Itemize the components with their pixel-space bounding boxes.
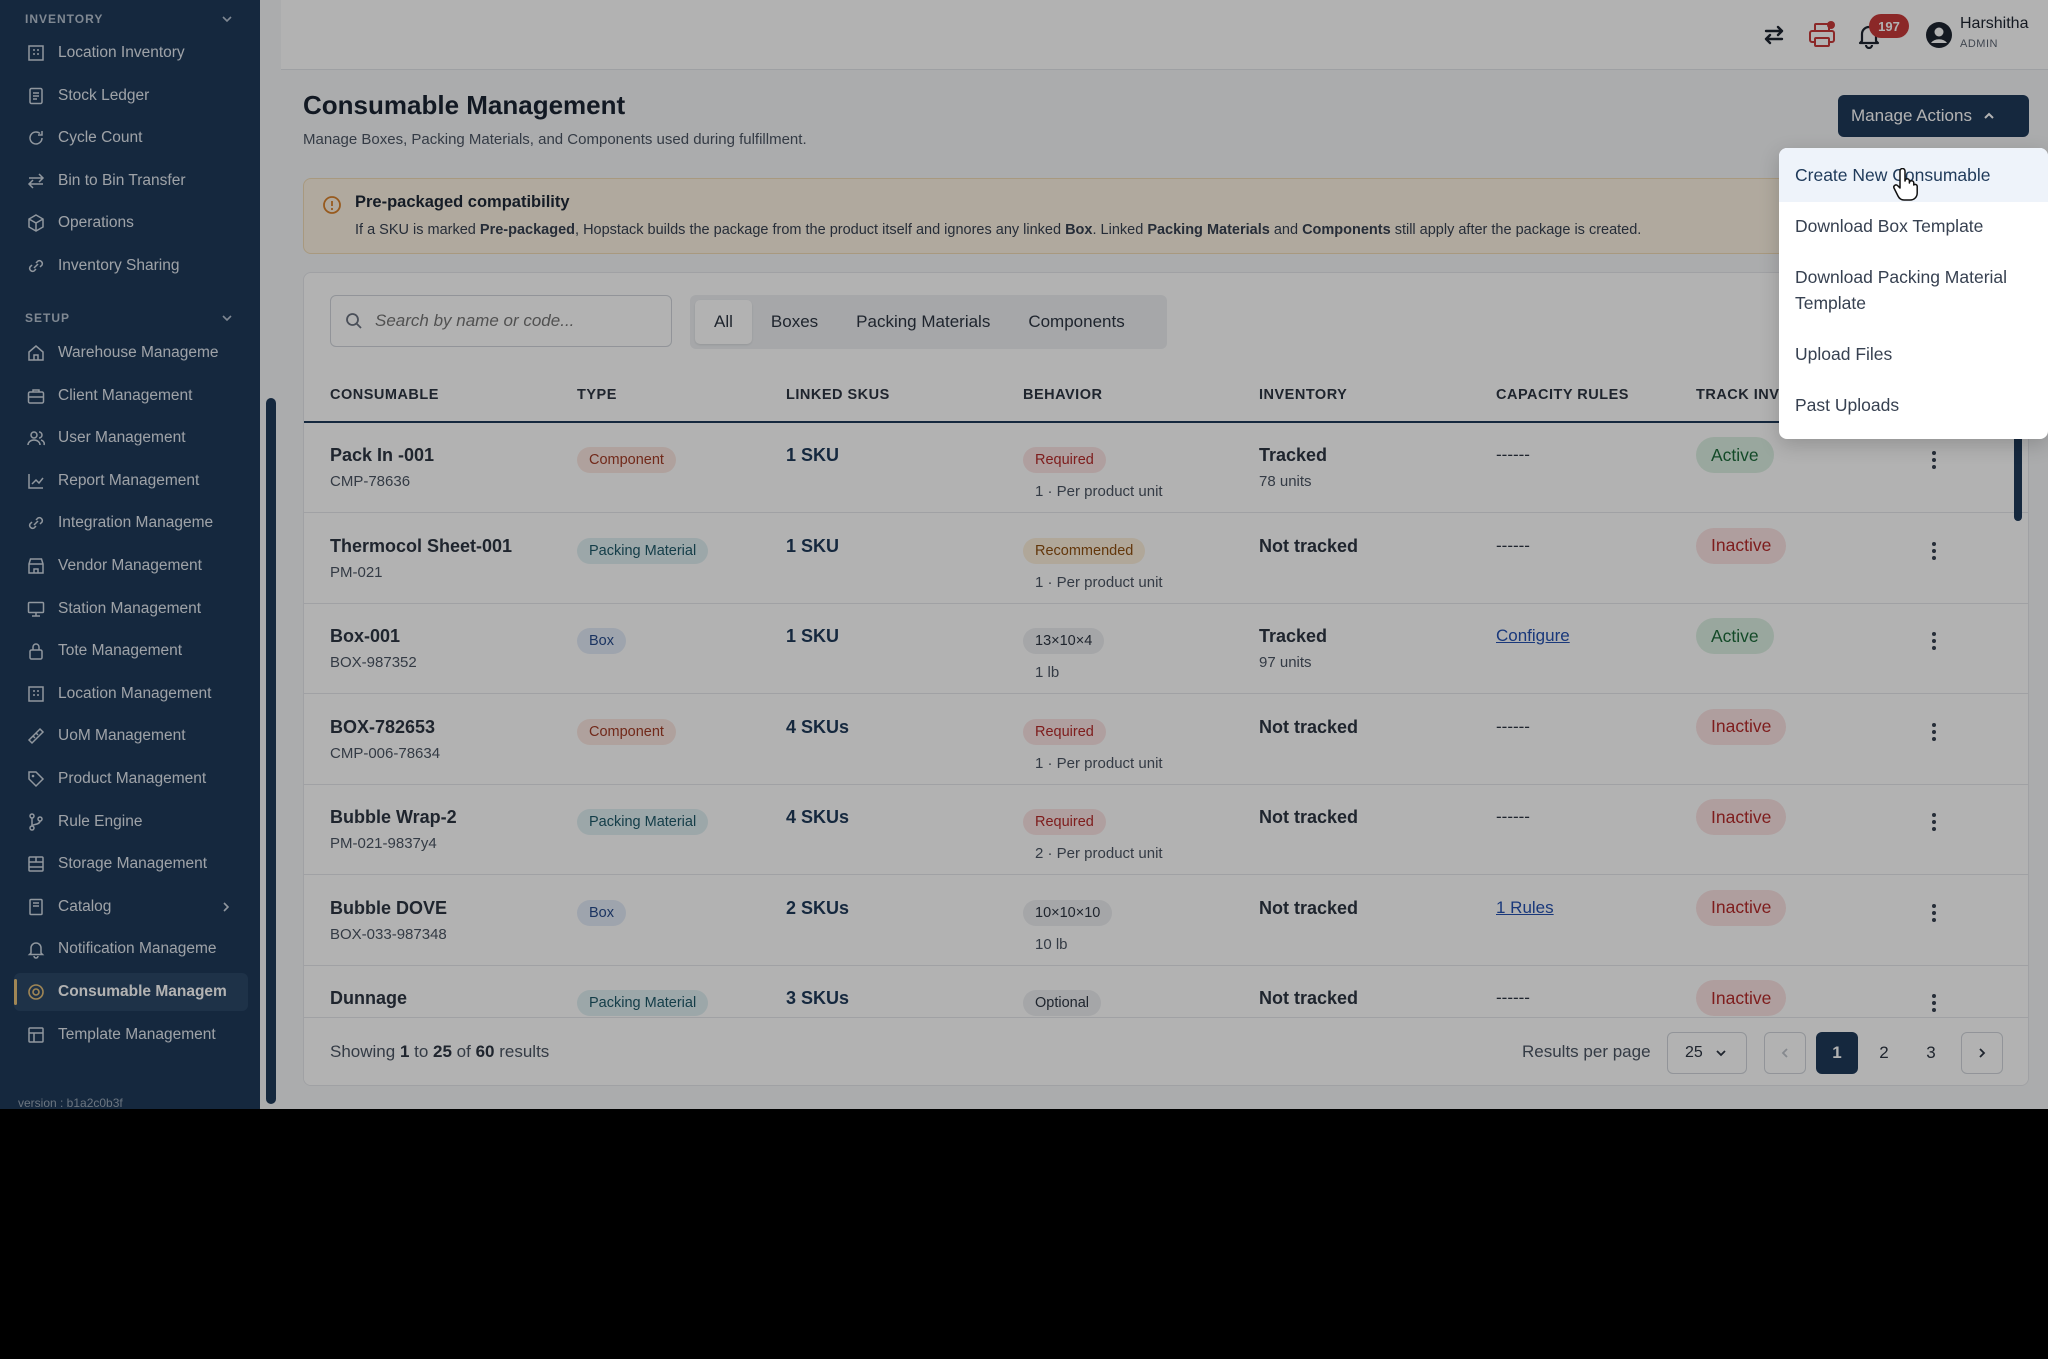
menu-item-upload-files[interactable]: Upload Files	[1795, 341, 1892, 367]
menu-item-past-uploads[interactable]: Past Uploads	[1795, 392, 1899, 418]
app-window: INVENTORY Location Inventory Stock Ledger…	[0, 0, 2048, 1109]
modal-overlay[interactable]	[0, 0, 2048, 1109]
menu-item-download-box-template[interactable]: Download Box Template	[1795, 213, 1983, 239]
hand-cursor-icon	[1893, 168, 1918, 201]
menu-item-download-packing-material-template[interactable]: Download Packing Material Template	[1795, 264, 2035, 316]
